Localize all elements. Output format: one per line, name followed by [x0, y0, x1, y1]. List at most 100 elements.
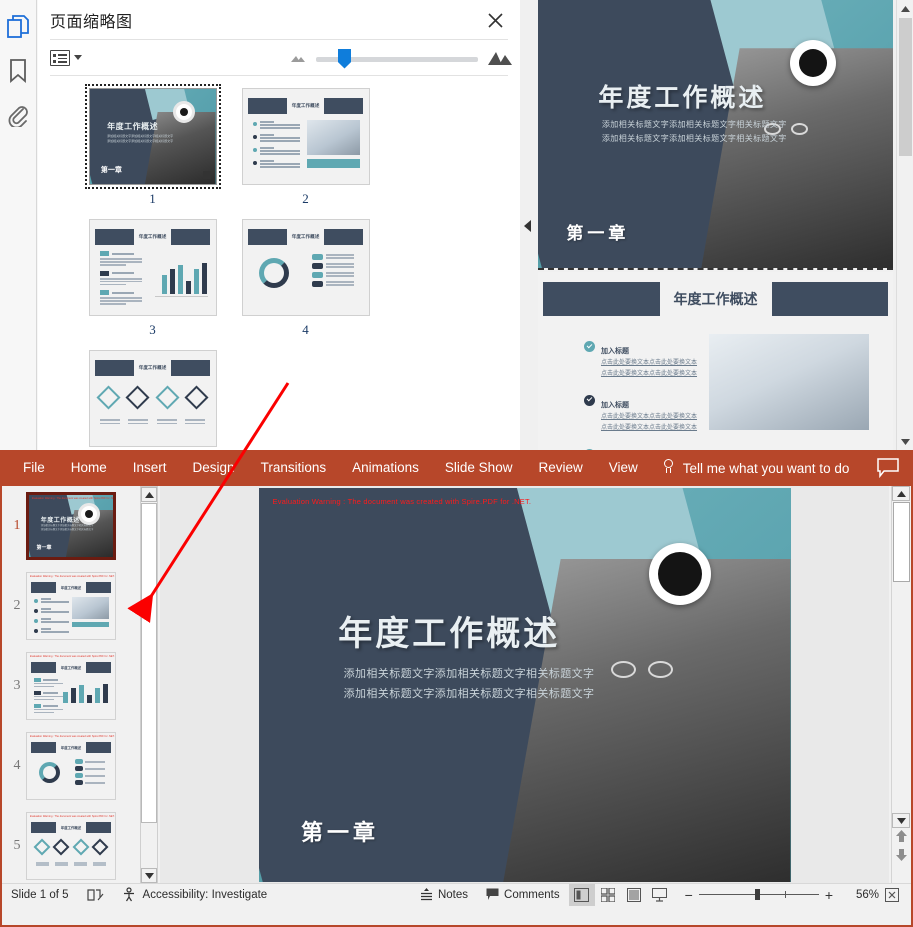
slide-number: 1 [13, 518, 21, 533]
chevron-down-icon [74, 55, 82, 60]
thumbnail-image[interactable]: 年度工作概述 [241, 219, 370, 316]
ribbon-tab-bar: File Home Insert Design Transitions Anim… [2, 450, 911, 486]
zoom-slider-handle[interactable] [754, 889, 760, 900]
spell-check-icon[interactable] [78, 884, 113, 906]
thumbnail-image[interactable]: 年度工作概述 [88, 350, 217, 447]
previous-slide-icon[interactable] [895, 829, 908, 848]
attachment-icon[interactable] [5, 100, 31, 130]
scroll-up-icon[interactable] [892, 486, 910, 501]
pdf-page1-chapter: 第一章 [566, 223, 630, 243]
thumbnail-item[interactable]: 年度工作概述 [76, 350, 229, 450]
panel-header: 页面缩略图 [50, 0, 508, 40]
slide-thumb-image[interactable]: Evaluation Warning : The document was cr… [26, 572, 116, 640]
slide-editing-stage[interactable]: 年度工作概述 添加相关标题文字添加相关标题文字相关标题文字 添加相关标题文字添加相… [160, 486, 889, 884]
large-thumbnails-icon[interactable] [488, 48, 512, 71]
notes-icon [420, 888, 432, 901]
current-slide[interactable]: 年度工作概述 添加相关标题文字添加相关标题文字相关标题文字 添加相关标题文字添加相… [258, 488, 791, 882]
slide-show-button[interactable] [647, 884, 673, 906]
zoom-percent[interactable]: 56% [845, 889, 879, 901]
scrollbar-thumb[interactable] [893, 502, 910, 582]
tab-insert[interactable]: Insert [120, 450, 180, 486]
tab-transitions[interactable]: Transitions [248, 450, 340, 486]
list-options-button[interactable] [50, 49, 82, 66]
scroll-down-icon[interactable] [897, 433, 913, 450]
thumbnail-item[interactable]: 年度工作概述 4 [229, 219, 382, 338]
thumbnail-scroll-area[interactable]: 年度工作概述 添加相关标题文字添加相关标题文字相关标题文字 添加相关标题文字添加相… [38, 77, 520, 450]
accessibility-label: Accessibility: Investigate [142, 888, 268, 901]
tab-file[interactable]: File [10, 450, 58, 486]
comments-button[interactable] [877, 458, 899, 479]
slide-number: 3 [13, 678, 21, 693]
pages-icon[interactable] [5, 12, 31, 42]
small-thumbnails-icon[interactable] [290, 50, 306, 68]
tab-slide-show[interactable]: Slide Show [432, 450, 526, 486]
fit-to-window-button[interactable] [879, 884, 905, 906]
zoom-slider-tick [784, 891, 786, 898]
thumbnail-size-slider[interactable] [316, 48, 478, 69]
mini-header-label: 年度工作概述 [291, 233, 320, 239]
scrollbar-thumb[interactable] [899, 18, 912, 156]
thumbnail-pane-scrollbar[interactable] [140, 486, 158, 884]
slide-thumb-4[interactable]: 4 Evaluation Warning : The document was … [2, 726, 138, 806]
pdf-vertical-scrollbar[interactable] [896, 0, 913, 450]
scroll-up-icon[interactable] [897, 0, 913, 17]
evaluation-warning-mini: Evaluation Warning : The document was cr… [30, 655, 115, 658]
comments-status-button[interactable]: Comments [477, 884, 569, 906]
reading-view-button[interactable] [621, 884, 647, 906]
slide-thumb-5[interactable]: 5 Evaluation Warning : The document was … [2, 806, 138, 884]
panel-title: 页面缩略图 [50, 13, 133, 31]
thumbnail-image[interactable]: 年度工作概述 [88, 219, 217, 316]
slide-thumbnail-pane[interactable]: 1 Evaluation Warning : The document was … [2, 486, 138, 884]
zoom-in-button[interactable]: + [819, 887, 839, 903]
mini-subtitle: 添加相关标题文字添加相关标题文字相关标题文字 添加相关标题文字添加相关标题文字相关… [107, 133, 174, 143]
collapse-panel-icon[interactable] [521, 216, 533, 236]
evaluation-warning: Evaluation Warning : The document was cr… [272, 497, 532, 506]
normal-view-button[interactable] [568, 883, 595, 906]
thumbnail-image[interactable]: 年度工作概述 [241, 88, 370, 185]
slide-thumb-image[interactable]: Evaluation Warning : The document was cr… [26, 812, 116, 880]
thumbnail-item[interactable]: 年度工作概述 添加相关标题文字添加相关标题文字相关标题文字 添加相关标题文字添加相… [76, 84, 229, 207]
slide-subtitle[interactable]: 添加相关标题文字添加相关标题文字相关标题文字 添加相关标题文字添加相关标题文字相关… [344, 665, 595, 705]
slide-thumb-image[interactable]: Evaluation Warning : The document was cr… [26, 652, 116, 720]
tell-me-search[interactable]: Tell me what you want to do [661, 459, 849, 477]
slide-thumb-image[interactable]: Evaluation Warning : The document was cr… [26, 492, 116, 560]
close-icon[interactable] [484, 9, 506, 31]
tab-view[interactable]: View [596, 450, 651, 486]
scroll-down-icon[interactable] [141, 868, 157, 883]
slide-thumb-2[interactable]: 2 Evaluation Warning : The document was … [2, 566, 138, 646]
slide-sorter-button[interactable] [595, 884, 621, 906]
accessibility-status[interactable]: Accessibility: Investigate [113, 884, 277, 906]
check-icon [584, 341, 595, 352]
slider-handle[interactable] [338, 48, 351, 69]
evaluation-warning-mini: Evaluation Warning : The document was cr… [30, 815, 115, 818]
next-slide-icon[interactable] [895, 848, 908, 867]
scroll-up-icon[interactable] [141, 487, 157, 502]
slide-thumb-image[interactable]: Evaluation Warning : The document was cr… [26, 732, 116, 800]
thumbnail-item[interactable]: 年度工作概述 2 [229, 88, 382, 207]
zoom-slider-track[interactable] [698, 889, 819, 900]
slide-chapter[interactable]: 第一章 [301, 815, 379, 847]
zoom-out-button[interactable]: − [679, 887, 699, 903]
pdf-page1-title: 年度工作概述 [598, 83, 767, 112]
tab-home[interactable]: Home [58, 450, 120, 486]
scroll-down-icon[interactable] [892, 813, 910, 828]
notes-button[interactable]: Notes [411, 884, 477, 906]
slide-title[interactable]: 年度工作概述 [338, 606, 560, 655]
thumbnail-image[interactable]: 年度工作概述 添加相关标题文字添加相关标题文字相关标题文字 添加相关标题文字添加相… [84, 84, 221, 189]
slide-thumb-1[interactable]: 1 Evaluation Warning : The document was … [2, 486, 138, 566]
zoom-slider-group[interactable]: − + [673, 887, 845, 903]
bookmark-icon[interactable] [5, 56, 31, 86]
list-icon [50, 49, 70, 66]
scrollbar-thumb[interactable] [141, 503, 157, 823]
powerpoint-window: File Home Insert Design Transitions Anim… [0, 450, 913, 927]
thumbnail-item[interactable]: 年度工作概述 [76, 219, 229, 338]
slide-thumb-3[interactable]: 3 Evaluation Warning : The document was … [2, 646, 138, 726]
stage-vertical-scrollbar[interactable] [891, 486, 911, 884]
pdf-page-preview-area[interactable]: 年度工作概述 添加相关标题文字添加相关标题文字相关标题文字 添加相关标题文字添加相… [520, 0, 913, 450]
tab-design[interactable]: Design [180, 450, 248, 486]
slide-counter[interactable]: Slide 1 of 5 [2, 884, 78, 906]
comments-label: Comments [504, 888, 560, 901]
tab-animations[interactable]: Animations [339, 450, 432, 486]
evaluation-warning-mini: Evaluation Warning : The document was cr… [30, 735, 115, 738]
tab-review[interactable]: Review [525, 450, 595, 486]
